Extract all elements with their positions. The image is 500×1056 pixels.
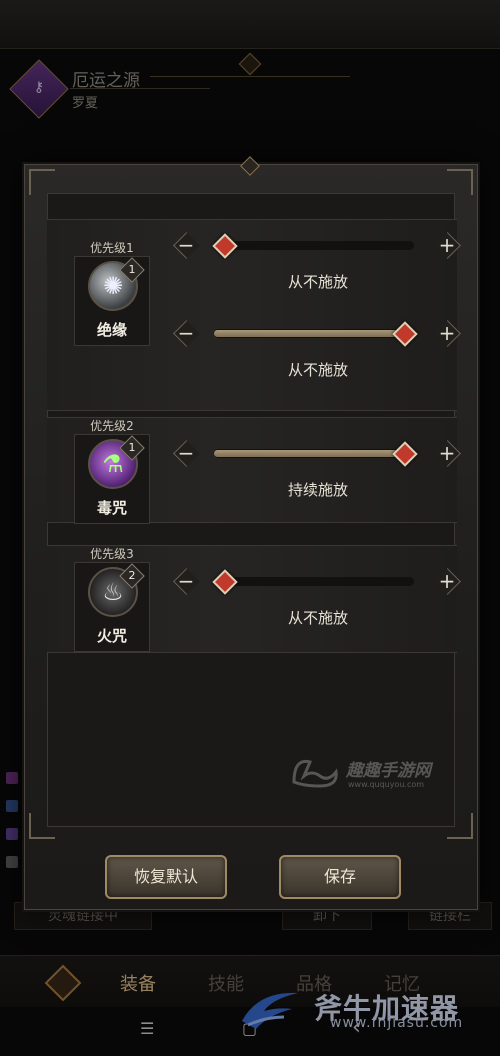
skill-group-3: 优先级3 ♨ 2 火咒 [47,545,457,653]
cast-frequency-slider[interactable]: − + [173,232,462,261]
skill-group-2: 优先级2 ⚗ 1 毒咒 [47,417,457,524]
slider-knob[interactable] [212,569,238,595]
minus-icon: − [177,233,195,257]
auto-cast-dialog: 优先级1 ✺ 1 绝缘 优先级2 ⚗ 1 毒咒 优先级3 ♨ 2 火咒 − + … [24,156,478,910]
decrease-button[interactable]: − [173,320,200,347]
increase-button[interactable]: + [434,440,461,467]
cast-mode-text: 从不施放 [287,273,348,291]
cast-frequency-slider[interactable]: − + [173,440,462,469]
site-watermark-url: www.ququyou.com [348,780,425,789]
decrease-button[interactable]: − [173,568,200,595]
save-button[interactable]: 保存 [279,855,401,899]
cast-mode-text: 从不施放 [287,609,348,627]
corner-ornament [29,813,55,839]
skill-name: 毒咒 [96,499,127,517]
corner-ornament [447,169,473,195]
increase-button[interactable]: + [434,232,461,259]
plus-icon: + [438,569,456,593]
priority-label: 优先级3 [90,547,134,561]
slider-track[interactable] [212,569,414,595]
slider-track[interactable] [212,233,414,259]
increase-button[interactable]: + [434,568,461,595]
skill-name: 火咒 [96,627,127,645]
slider-track[interactable] [214,321,418,347]
slider-track[interactable] [214,441,418,467]
slider-knob[interactable] [212,233,238,259]
reset-default-button[interactable]: 恢复默认 [105,855,227,899]
cast-mode-text: 持续施放 [287,481,348,499]
corner-ornament [447,813,473,839]
slider-knob[interactable] [392,321,418,347]
increase-button[interactable]: + [434,320,461,347]
cast-frequency-slider[interactable]: − + [173,568,462,597]
plus-icon: + [438,321,456,345]
minus-icon: − [177,569,195,593]
plus-icon: + [438,441,456,465]
minus-icon: − [177,321,195,345]
minus-icon: − [177,441,195,465]
slider-knob[interactable] [392,441,418,467]
skill-card[interactable]: 优先级2 ⚗ 1 毒咒 [74,419,150,524]
slider-fill [214,450,403,457]
skill-card[interactable]: 优先级1 ✺ 1 绝缘 [74,241,150,346]
decrease-button[interactable]: − [173,232,200,259]
corner-ornament [29,169,55,195]
skill-card[interactable]: 优先级3 ♨ 2 火咒 [74,547,150,652]
priority-label: 优先级2 [90,419,134,433]
decrease-button[interactable]: − [173,440,200,467]
site-watermark-text: 趣趣手游网 [346,761,431,781]
skill-name: 绝缘 [96,321,127,339]
cast-mode-text: 从不施放 [287,361,348,379]
priority-label: 优先级1 [90,241,134,255]
slider-fill [214,330,403,337]
cast-frequency-slider[interactable]: − + [173,320,462,349]
plus-icon: + [438,233,456,257]
site-logo-icon [292,759,338,788]
site-watermark: 趣趣手游网 www.ququyou.com [290,752,440,798]
